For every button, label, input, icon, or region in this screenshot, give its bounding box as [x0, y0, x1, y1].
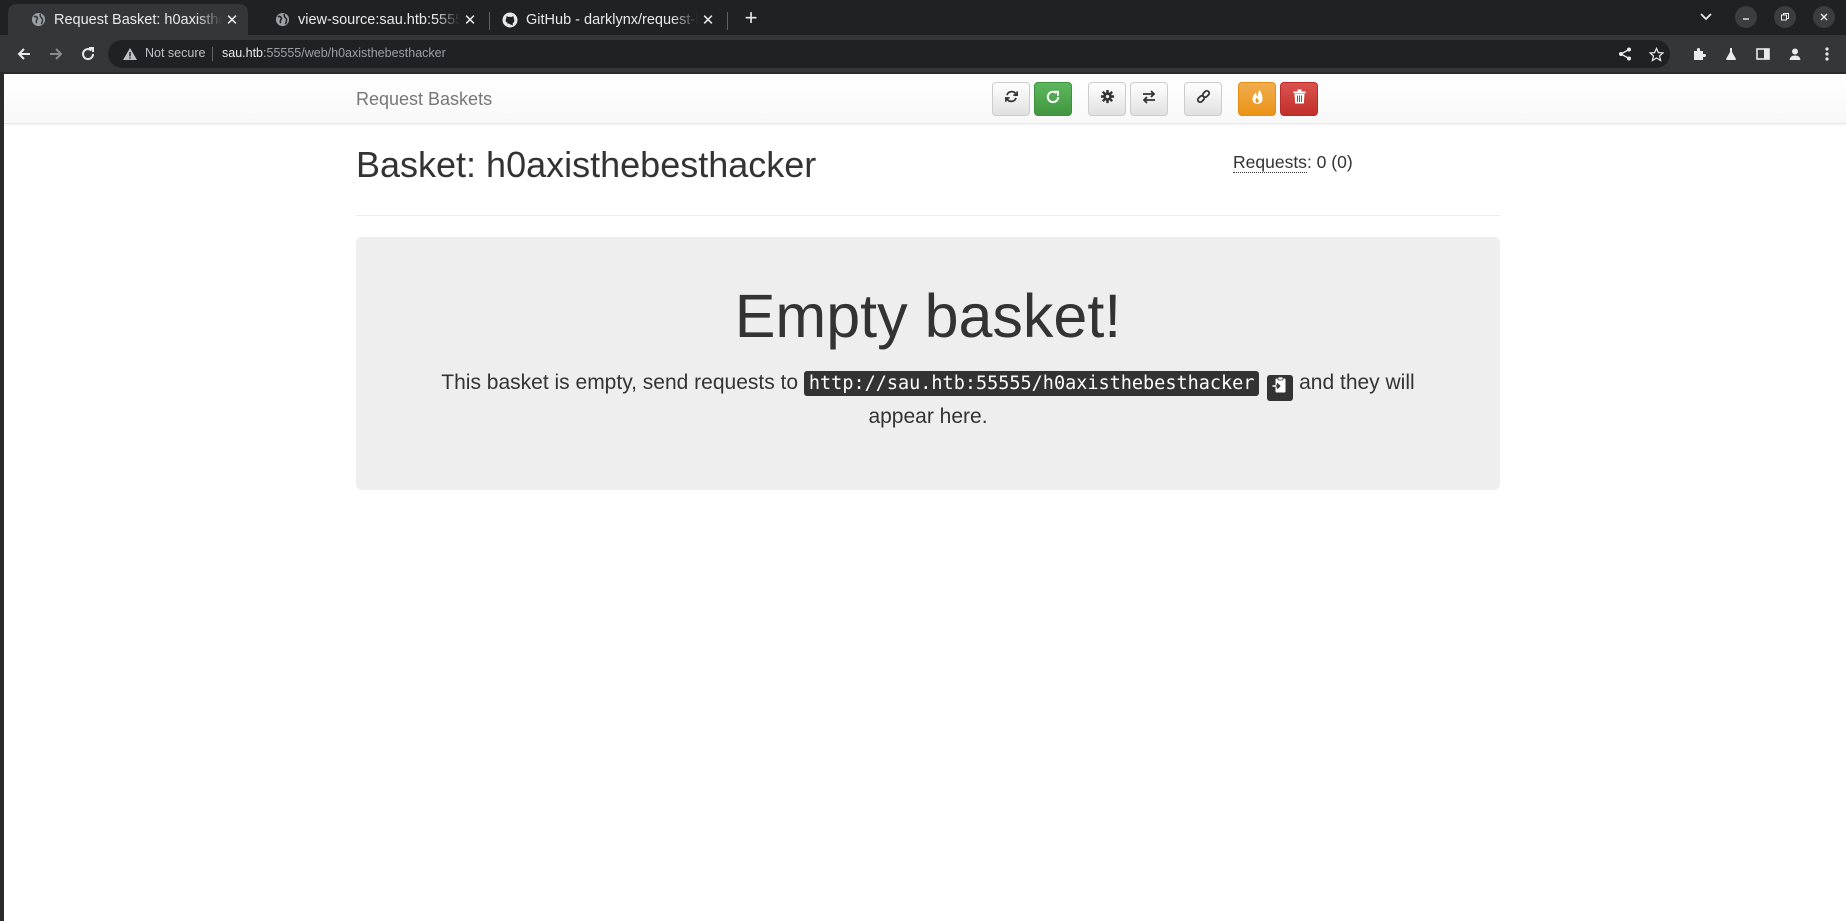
close-tab-icon[interactable]: ✕ [460, 10, 480, 30]
auto-refresh-icon [1045, 89, 1061, 110]
globe-icon [30, 12, 46, 28]
tab-title: GitHub - darklynx/request-baskets [526, 11, 698, 28]
close-window-icon[interactable] [1813, 6, 1835, 28]
requests-count: Requests: 0 (0) [1233, 152, 1353, 173]
github-icon [502, 12, 518, 28]
browser-toolbar: Not secure sau.htb:55555/web/h0axisthebe… [0, 35, 1846, 73]
refresh-icon [1004, 89, 1019, 109]
basket-title: Basket: h0axisthebesthacker [356, 144, 817, 185]
settings-button[interactable] [1088, 82, 1126, 116]
close-tab-icon[interactable]: ✕ [222, 10, 242, 30]
copy-url-button[interactable] [1267, 372, 1294, 403]
tab-divider [727, 12, 728, 30]
back-arrow-icon[interactable] [12, 42, 36, 66]
responses-button[interactable] [1130, 82, 1168, 116]
url-host: sau.htb [222, 46, 264, 60]
empty-basket-panel: Empty basket! This basket is empty, send… [356, 237, 1500, 490]
new-tab-button[interactable]: + [738, 5, 764, 31]
globe-icon [274, 12, 290, 28]
tab-request-basket[interactable]: Request Basket: h0axisthebesthacker ✕ [8, 4, 248, 35]
refresh-button[interactable] [992, 82, 1030, 116]
link-icon [1196, 89, 1211, 109]
share-link-button[interactable] [1184, 82, 1222, 116]
trash-icon [1293, 89, 1306, 109]
tab-title: view-source:sau.htb:55555/web/h0axistheb… [298, 11, 460, 28]
requests-value: : 0 (0) [1306, 152, 1353, 172]
warning-icon[interactable] [122, 46, 138, 62]
profile-icon[interactable] [1783, 42, 1807, 66]
requests-label: Requests [1233, 152, 1307, 173]
omnibox-divider [212, 47, 213, 61]
reload-icon[interactable] [76, 42, 100, 66]
divider [356, 215, 1500, 216]
transfer-icon [1141, 89, 1157, 109]
text-before: This basket is empty, send requests to [441, 371, 804, 394]
minimize-icon[interactable] [1735, 6, 1757, 28]
clear-requests-button[interactable] [1238, 82, 1276, 116]
url-text[interactable]: sau.htb:55555/web/h0axisthebesthacker [222, 46, 446, 60]
address-bar[interactable]: Not secure sau.htb:55555/web/h0axisthebe… [108, 40, 1670, 68]
gear-icon [1100, 89, 1115, 109]
tab-search-icon[interactable] [1695, 6, 1717, 28]
lab-flask-icon[interactable] [1719, 42, 1743, 66]
share-icon[interactable] [1616, 45, 1634, 63]
tab-view-source[interactable]: view-source:sau.htb:55555/web/h0axistheb… [252, 4, 486, 35]
delete-basket-button[interactable] [1280, 82, 1318, 116]
basket-url-code[interactable]: http://sau.htb:55555/h0axisthebesthacker [803, 371, 1260, 396]
side-panel-icon[interactable] [1751, 42, 1775, 66]
page-viewport: Request Baskets Basket: h0axisthebesthac… [4, 74, 1846, 921]
empty-basket-text: This basket is empty, send requests to h… [426, 367, 1430, 432]
bookmark-star-icon[interactable] [1647, 45, 1665, 63]
tab-title: Request Basket: h0axisthebesthacker [54, 11, 222, 28]
fire-icon [1251, 89, 1264, 110]
tab-github[interactable]: GitHub - darklynx/request-baskets ✕ [490, 4, 724, 35]
auto-refresh-button[interactable] [1034, 82, 1072, 116]
brand-link[interactable]: Request Baskets [356, 89, 492, 110]
clipboard-copy-icon [1272, 372, 1288, 403]
forward-arrow-icon[interactable] [44, 42, 68, 66]
menu-kebab-icon[interactable] [1815, 42, 1839, 66]
close-tab-icon[interactable]: ✕ [698, 10, 718, 30]
extensions-icon[interactable] [1687, 42, 1711, 66]
navbar: Request Baskets [4, 74, 1846, 124]
security-label[interactable]: Not secure [145, 46, 205, 60]
url-path: :55555/web/h0axisthebesthacker [263, 46, 446, 60]
restore-icon[interactable] [1774, 6, 1796, 28]
empty-basket-heading: Empty basket! [734, 282, 1122, 350]
browser-tab-strip: Request Basket: h0axisthebesthacker ✕ vi… [0, 0, 1846, 35]
